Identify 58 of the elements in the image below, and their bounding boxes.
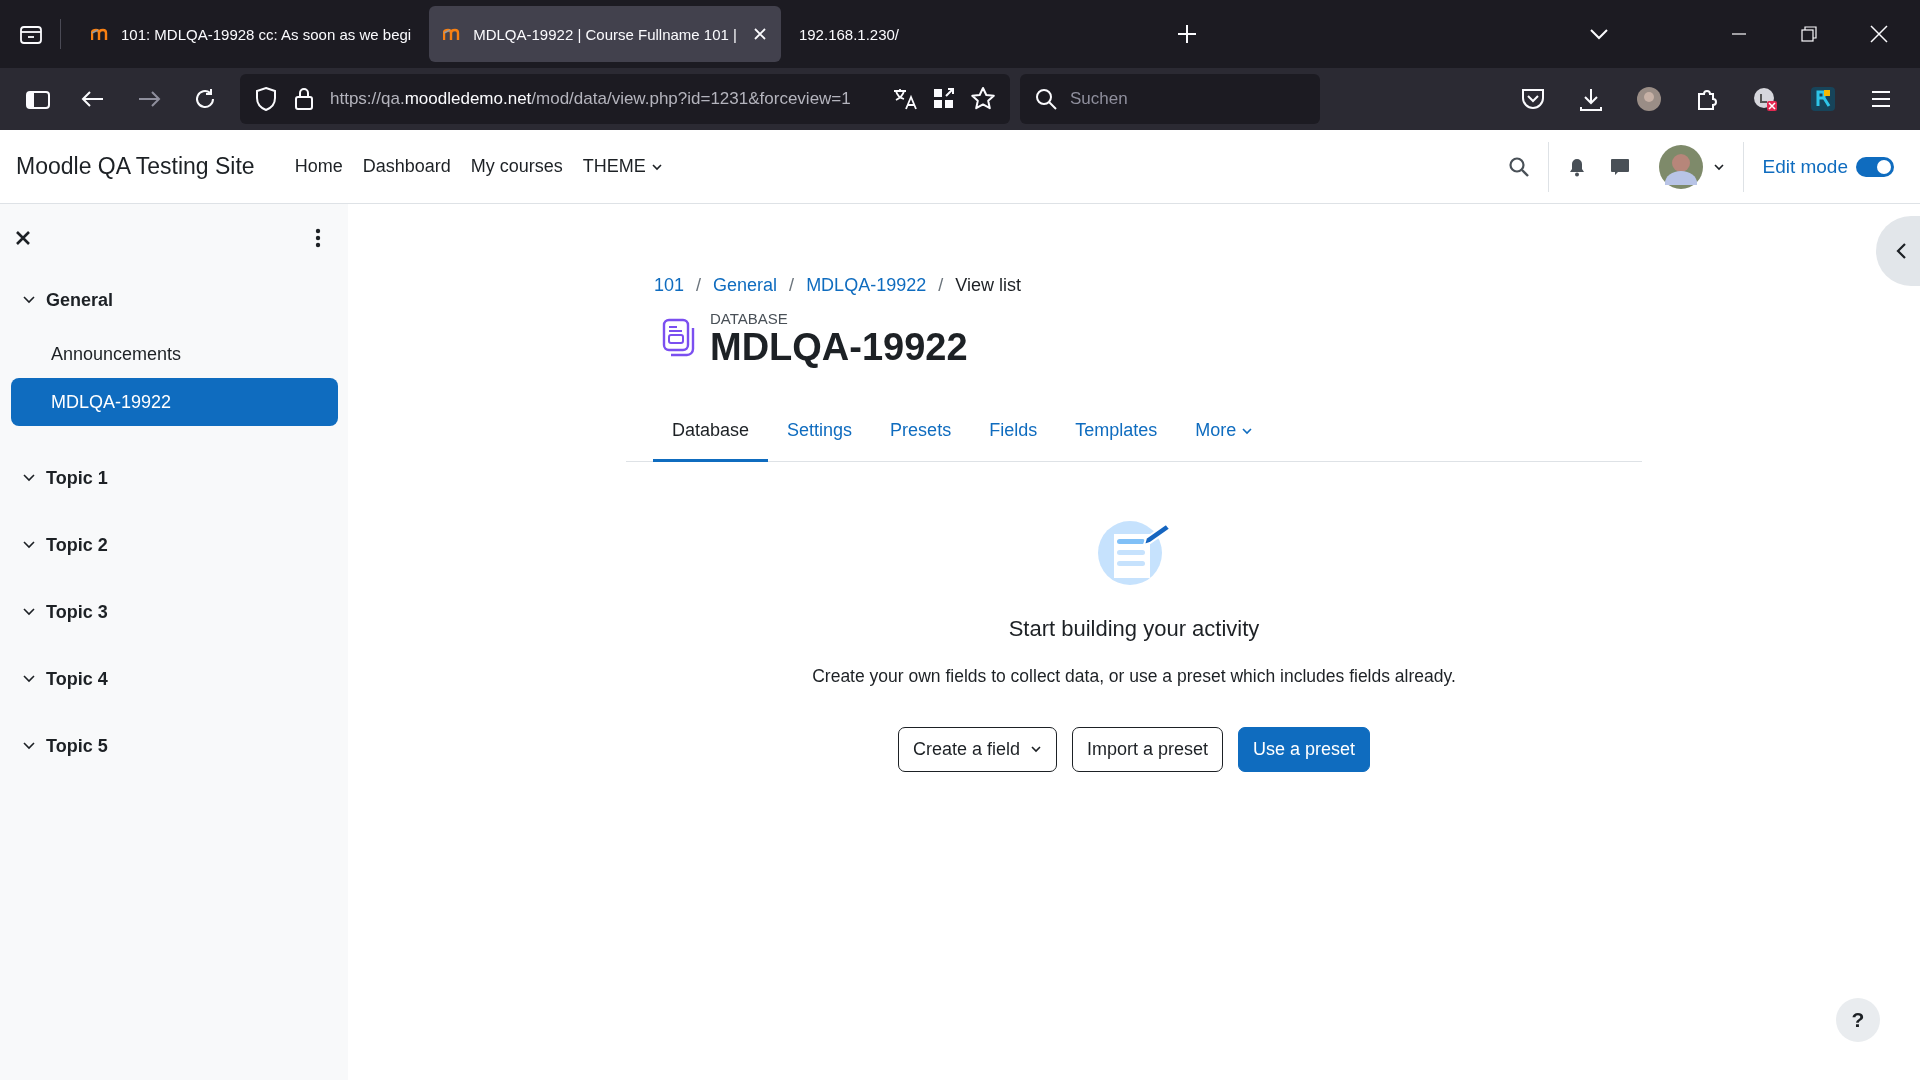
action-button[interactable]: Use a preset [1238, 726, 1371, 772]
empty-state-text: Create your own fields to collect data, or use a preset which includes fields already. [812, 665, 1456, 687]
lock-icon[interactable] [292, 86, 316, 112]
section-title[interactable]: General [46, 289, 114, 311]
breadcrumb-link[interactable]: General [713, 274, 778, 296]
extension-logo-icon[interactable] [1810, 86, 1836, 112]
action-button[interactable]: Import a preset [1071, 726, 1224, 772]
browser-tab[interactable]: 192.168.1.230/ [784, 6, 914, 62]
chevron-left-icon[interactable] [1894, 241, 1908, 261]
address-bar[interactable]: https://qa.moodledemo.net/mod/data/view.php?id=1231&forceview=1 [240, 74, 1010, 124]
edit-mode-label: Edit mode [1762, 155, 1848, 178]
empty-state-title: Start building your activity [1008, 615, 1260, 642]
pocket-icon[interactable] [1520, 86, 1546, 112]
section-title[interactable]: Topic 3 [46, 601, 108, 623]
breadcrumb-link[interactable]: 101 [654, 274, 685, 296]
nav-tab[interactable]: Database [653, 402, 769, 462]
search-field[interactable]: Suchen [1020, 74, 1320, 124]
download-icon[interactable] [1578, 86, 1604, 112]
nav-link[interactable]: My courses [460, 156, 573, 177]
site-name[interactable]: Moodle QA Testing Site [16, 153, 255, 180]
star-icon[interactable] [970, 86, 996, 112]
profile-avatar-icon[interactable] [1636, 86, 1662, 112]
activity-type: DATABASE [710, 310, 789, 327]
more-options-icon[interactable] [314, 228, 322, 248]
translate-icon[interactable] [892, 86, 918, 112]
breadcrumb-link[interactable]: MDLQA-19922 [806, 274, 927, 296]
close-icon[interactable] [14, 229, 32, 247]
breadcrumb-separator: / [938, 274, 944, 296]
url-text: https://qa.moodledemo.net/mod/data/view.php?id=1231&forceview=1 [330, 89, 852, 109]
section-title[interactable]: Topic 4 [46, 668, 108, 690]
section-title[interactable]: Topic 5 [46, 735, 108, 757]
extension-blocked-icon[interactable] [1752, 86, 1778, 112]
search-icon[interactable] [1508, 155, 1531, 178]
browser-tab[interactable]: 101: MDLQA-19928 cc: As soon as we begi [77, 6, 426, 62]
search-icon [1034, 87, 1058, 111]
nav-link[interactable]: Home [284, 156, 353, 177]
section-title[interactable]: Topic 2 [46, 534, 108, 556]
breadcrumb-separator: / [789, 274, 795, 296]
dropdown-button[interactable]: Create a field [897, 726, 1057, 772]
course-index-item[interactable]: MDLQA-19922 [11, 378, 338, 426]
nav-tab[interactable]: Fields [970, 402, 1057, 462]
user-avatar-icon[interactable] [1659, 144, 1704, 189]
nav-link[interactable]: Dashboard [352, 156, 461, 177]
shield-icon[interactable] [254, 86, 278, 112]
nav-tab[interactable]: Presets [871, 402, 971, 462]
page-title: MDLQA-19922 [710, 327, 968, 369]
nav-tab[interactable]: Templates [1056, 402, 1177, 462]
browser-tab[interactable]: MDLQA-19922 | Course Fullname 101 | [429, 6, 781, 62]
breadcrumb-separator: / [696, 274, 702, 296]
section-title[interactable]: Topic 1 [46, 467, 108, 489]
qr-code-icon[interactable] [932, 87, 956, 111]
nav-tab[interactable]: More [1176, 402, 1273, 462]
close-icon[interactable] [752, 27, 767, 41]
course-index-item[interactable]: Announcements [11, 330, 338, 378]
nav-link[interactable]: THEME [572, 156, 673, 177]
nav-tab[interactable]: Settings [768, 402, 872, 462]
edit-mode-toggle[interactable] [1856, 156, 1894, 177]
breadcrumb-current: View list [955, 274, 1021, 296]
